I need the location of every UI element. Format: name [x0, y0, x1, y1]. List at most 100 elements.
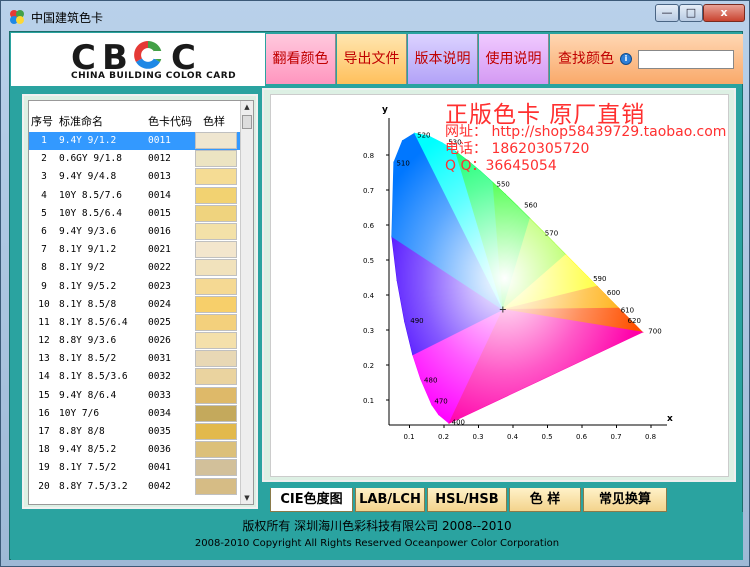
row-color-swatch	[195, 259, 237, 277]
row-number: 18	[38, 444, 50, 456]
scroll-thumb[interactable]	[242, 115, 252, 129]
row-number: 12	[38, 335, 50, 347]
row-number: 13	[38, 353, 50, 365]
find-color-input[interactable]	[638, 50, 734, 69]
row-standard-name: 8.1Y 7.5/2	[59, 462, 117, 474]
list-row[interactable]: 10 8.1Y 8.5/8 0024	[29, 295, 241, 314]
y-tick-label: 0.7	[363, 187, 374, 195]
tab-3[interactable]: 色 样	[509, 488, 581, 512]
maximize-button[interactable]: □	[679, 4, 703, 22]
row-color-swatch	[195, 168, 237, 186]
footer: 版权所有 深圳海川色彩科技有限公司 2008--2010 2008-2010 C…	[11, 512, 743, 560]
tab-1[interactable]: LAB/LCH	[355, 488, 425, 512]
wavelength-label: 600	[607, 289, 620, 297]
row-card-code: 0015	[148, 207, 171, 219]
row-standard-name: 0.6GY 9/1.8	[59, 153, 122, 165]
row-color-swatch	[195, 386, 237, 404]
x-tick-label: 0.1	[404, 433, 415, 441]
row-color-swatch	[195, 277, 237, 295]
list-row[interactable]: 20 8.8Y 7.5/3.2 0042	[29, 477, 241, 496]
row-card-code: 0011	[148, 135, 171, 146]
cie-chart-canvas: 0.1 0.2 0.3 0.4 0.5 0.6 0.7 0.8 0.1 0.2 0.3 0.4 0.5 0…	[270, 94, 729, 477]
row-card-code: 0026	[148, 335, 171, 347]
usage-help-button[interactable]: 使用说明	[479, 34, 549, 84]
view-tabs: CIE色度图 LAB/LCH HSL/HSB 色 样常见换算	[270, 488, 740, 512]
row-color-swatch	[195, 295, 237, 313]
row-number: 17	[38, 426, 50, 437]
list-row[interactable]: 14 8.1Y 8.5/3.6 0032	[29, 368, 241, 386]
list-row[interactable]: 4 10Y 8.5/7.6 0014	[29, 186, 241, 205]
y-tick-label: 0.6	[363, 222, 375, 230]
row-standard-name: 8.8Y 9/3.6	[59, 335, 117, 347]
scroll-up-icon[interactable]: ▲	[242, 101, 252, 113]
row-color-swatch	[195, 132, 237, 149]
list-row[interactable]: 16 10Y 7/6 0034	[29, 404, 241, 423]
color-list[interactable]: 序号 标准命名 色卡代码 色样 1 9.4Y 9/1.2 0011 2 0.6GY 9/…	[28, 100, 254, 505]
info-icon[interactable]: i	[620, 53, 632, 65]
row-standard-name: 9.4Y 9/3.6	[59, 225, 117, 237]
row-number: 16	[38, 407, 50, 419]
y-tick-label: 0.1	[363, 397, 374, 405]
list-row[interactable]: 6 9.4Y 9/3.6 0016	[29, 222, 241, 241]
wavelength-label: 490	[410, 317, 423, 325]
list-row[interactable]: 12 8.8Y 9/3.6 0026	[29, 332, 241, 350]
row-color-swatch	[195, 459, 237, 477]
browse-colors-button[interactable]: 翻看颜色	[266, 34, 336, 84]
list-row[interactable]: 9 8.1Y 9/5.2 0023	[29, 277, 241, 296]
scroll-down-icon[interactable]: ▼	[242, 492, 252, 504]
tab-0[interactable]: CIE色度图	[270, 488, 353, 512]
list-row[interactable]: 2 0.6GY 9/1.8 0012	[29, 150, 241, 168]
row-color-swatch	[195, 150, 237, 168]
row-standard-name: 9.4Y 8/5.2	[59, 444, 117, 456]
row-standard-name: 10Y 7/6	[59, 407, 100, 419]
row-standard-name: 8.1Y 8.5/3.6	[59, 371, 128, 383]
list-row[interactable]: 1 9.4Y 9/1.2 0011	[29, 132, 241, 151]
row-number: 15	[38, 389, 50, 401]
list-row[interactable]: 18 9.4Y 8/5.2 0036	[29, 441, 241, 459]
row-color-swatch	[195, 222, 237, 240]
wavelength-label: 470	[434, 398, 447, 406]
title-bar[interactable]: 中国建筑色卡 — □ x	[1, 1, 749, 31]
row-card-code: 0032	[148, 371, 171, 383]
row-standard-name: 9.4Y 9/4.8	[59, 171, 117, 183]
row-card-code: 0035	[148, 426, 171, 437]
row-card-code: 0042	[148, 480, 171, 492]
export-file-button[interactable]: 导出文件	[337, 34, 407, 84]
x-tick-label: 0.5	[542, 433, 553, 441]
list-scrollbar[interactable]: ▲ ▼	[240, 101, 253, 504]
row-card-code: 0041	[148, 462, 171, 474]
row-number: 20	[38, 480, 50, 492]
app-color-wheel-icon	[10, 10, 24, 24]
wavelength-label: 520	[417, 132, 430, 140]
list-row[interactable]: 11 8.1Y 8.5/6.4 0025	[29, 313, 241, 332]
row-color-swatch	[195, 441, 237, 459]
row-color-swatch	[195, 313, 237, 331]
tab-2[interactable]: HSL/HSB	[427, 488, 507, 512]
list-row[interactable]: 17 8.8Y 8/8 0035	[29, 423, 241, 441]
row-standard-name: 8.1Y 8.5/6.4	[59, 316, 128, 328]
row-color-swatch	[195, 332, 237, 350]
wavelength-label: 480	[424, 377, 437, 385]
list-row[interactable]: 13 8.1Y 8.5/2 0031	[29, 350, 241, 368]
row-card-code: 0022	[148, 262, 171, 274]
list-row[interactable]: 19 8.1Y 7.5/2 0041	[29, 459, 241, 477]
row-standard-name: 8.1Y 8.5/2	[59, 353, 117, 365]
list-row[interactable]: 5 10Y 8.5/6.4 0015	[29, 204, 241, 223]
list-row[interactable]: 3 9.4Y 9/4.8 0013	[29, 168, 241, 186]
color-list-panel: 序号 标准命名 色卡代码 色样 1 9.4Y 9/1.2 0011 2 0.6GY 9/…	[22, 94, 258, 509]
x-tick-label: 0.7	[611, 433, 622, 441]
minimize-button[interactable]: —	[655, 4, 679, 22]
row-standard-name: 8.8Y 8/8	[59, 426, 105, 437]
tab-4[interactable]: 常见换算	[583, 488, 667, 512]
version-info-button[interactable]: 版本说明	[408, 34, 478, 84]
x-axis-label: x	[667, 414, 673, 424]
x-tick-label: 0.4	[507, 433, 519, 441]
list-row[interactable]: 8 8.1Y 9/2 0022	[29, 259, 241, 277]
y-tick-label: 0.5	[363, 257, 374, 265]
list-row[interactable]: 7 8.1Y 9/1.2 0021	[29, 241, 241, 259]
list-row[interactable]: 15 9.4Y 8/6.4 0033	[29, 386, 241, 405]
close-button[interactable]: x	[703, 4, 745, 22]
row-standard-name: 8.1Y 9/5.2	[59, 280, 117, 292]
row-standard-name: 10Y 8.5/7.6	[59, 189, 122, 201]
logo-subtitle: CHINA BUILDING COLOR CARD	[71, 71, 237, 81]
